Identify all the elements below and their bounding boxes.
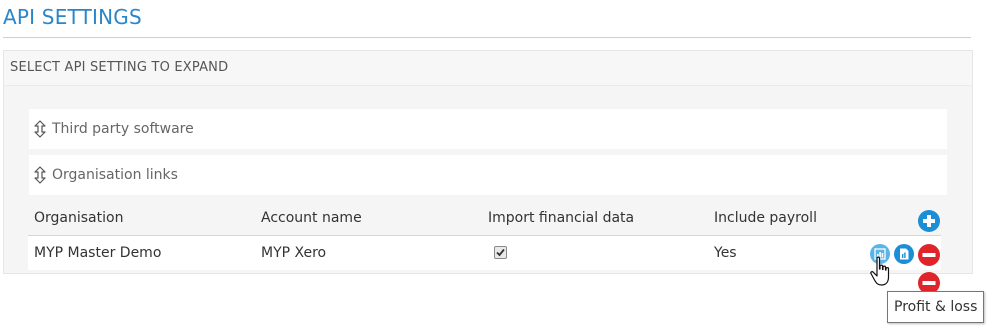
column-header-include-payroll: Include payroll	[714, 210, 817, 226]
section-organisation-links[interactable]: Organisation links	[29, 155, 947, 195]
panel-header-label: SELECT API SETTING TO EXPAND	[10, 60, 229, 75]
panel-header: SELECT API SETTING TO EXPAND	[4, 51, 972, 86]
remove-link-button[interactable]	[918, 244, 940, 266]
section-label: Organisation links	[52, 167, 178, 183]
section-label: Third party software	[52, 121, 194, 137]
title-divider	[3, 37, 971, 38]
add-link-button[interactable]	[918, 210, 940, 232]
column-header-account-name: Account name	[261, 210, 362, 226]
report-document-icon	[894, 244, 914, 264]
plus-circle-icon	[918, 210, 940, 232]
cell-include-payroll: Yes	[714, 245, 737, 261]
tooltip: Profit & loss	[887, 291, 985, 323]
column-header-import-financial-data: Import financial data	[488, 210, 635, 226]
organisation-links-table: Organisation Account name Import financi…	[28, 200, 941, 272]
checkmark-icon	[496, 248, 505, 257]
cell-account-name: MYP Xero	[261, 245, 327, 261]
expand-collapse-icon	[33, 166, 47, 184]
column-header-organisation: Organisation	[34, 210, 124, 226]
page-title: API SETTINGS	[3, 5, 142, 29]
table-row: MYP Master Demo MYP Xero Yes	[28, 236, 941, 270]
balance-sheet-button[interactable]	[894, 244, 914, 264]
section-third-party-software[interactable]: Third party software	[29, 109, 947, 149]
minus-circle-icon	[918, 244, 940, 266]
expand-collapse-icon	[33, 120, 47, 138]
hand-pointer-cursor-icon	[869, 256, 895, 292]
cell-organisation: MYP Master Demo	[34, 245, 162, 261]
import-financial-data-checkbox[interactable]	[494, 246, 507, 259]
